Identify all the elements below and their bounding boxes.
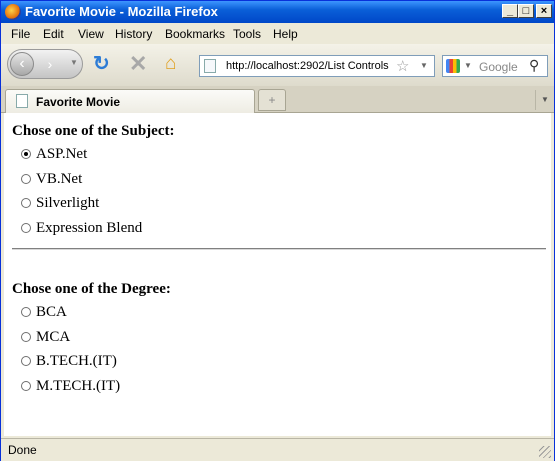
back-forward-group: ‹ › ▼ xyxy=(7,49,83,79)
radio-button[interactable] xyxy=(21,356,31,366)
option-label: Silverlight xyxy=(36,195,100,211)
radio-button[interactable] xyxy=(21,174,31,184)
status-text: Done xyxy=(8,443,37,457)
radio-button[interactable] xyxy=(21,332,31,342)
menu-help[interactable]: Help xyxy=(273,27,298,41)
search-box[interactable]: ▼ Google ⚲ xyxy=(442,55,548,77)
page-icon xyxy=(16,94,28,108)
radio-button[interactable] xyxy=(21,223,31,233)
option-label: VB.Net xyxy=(36,171,83,187)
radio-button[interactable] xyxy=(21,149,31,159)
tab-favorite-movie[interactable]: Favorite Movie xyxy=(5,89,255,113)
url-text[interactable]: http://localhost:2902/List Controls xyxy=(226,60,394,72)
forward-button[interactable]: › xyxy=(40,54,60,74)
navigation-toolbar: ‹ › ▼ ↻ ✕ ⌂ http://localhost:2902/List C… xyxy=(1,44,554,87)
option-label: M.TECH.(IT) xyxy=(36,378,121,394)
menu-bookmarks[interactable]: Bookmarks xyxy=(165,27,225,41)
google-icon[interactable] xyxy=(446,59,460,73)
menu-bar: File Edit View History Bookmarks Tools H… xyxy=(1,23,554,44)
menu-edit[interactable]: Edit xyxy=(43,27,64,41)
page-content: Chose one of the Subject: ASP.Net VB.Net… xyxy=(4,113,551,436)
back-button[interactable]: ‹ xyxy=(10,52,34,76)
reload-button[interactable]: ↻ xyxy=(93,54,115,76)
search-engine-dropdown-icon[interactable]: ▼ xyxy=(464,61,472,70)
minimize-button[interactable]: _ xyxy=(502,4,518,18)
resize-grip-icon[interactable] xyxy=(539,446,551,458)
status-bar: Done xyxy=(1,438,554,461)
menu-file[interactable]: File xyxy=(11,27,30,41)
firefox-logo-icon xyxy=(5,4,21,20)
address-bar[interactable]: http://localhost:2902/List Controls ☆ ▼ xyxy=(199,55,435,77)
stop-button[interactable]: ✕ xyxy=(129,53,151,76)
option-label: BCA xyxy=(36,304,67,320)
browser-window: Favorite Movie - Mozilla Firefox _ □ × F… xyxy=(0,0,555,461)
search-input[interactable]: Google xyxy=(479,60,518,74)
option-label: ASP.Net xyxy=(36,146,88,162)
maximize-button[interactable]: □ xyxy=(518,4,534,18)
page-icon xyxy=(204,59,216,73)
radio-button[interactable] xyxy=(21,381,31,391)
subject-question: Chose one of the Subject: xyxy=(12,123,175,139)
menu-view[interactable]: View xyxy=(78,27,104,41)
radio-button[interactable] xyxy=(21,307,31,317)
bookmark-star-icon[interactable]: ☆ xyxy=(396,57,409,75)
degree-question: Chose one of the Degree: xyxy=(12,281,171,297)
menu-history[interactable]: History xyxy=(115,27,152,41)
tab-label: Favorite Movie xyxy=(36,95,121,109)
radio-button[interactable] xyxy=(21,198,31,208)
option-label: Expression Blend xyxy=(36,220,143,236)
option-label: B.TECH.(IT) xyxy=(36,353,117,369)
search-icon[interactable]: ⚲ xyxy=(529,57,539,74)
title-bar[interactable]: Favorite Movie - Mozilla Firefox _ □ × xyxy=(1,1,554,23)
url-dropdown-icon[interactable]: ▼ xyxy=(420,61,428,70)
option-label: MCA xyxy=(36,329,71,345)
tab-bar: Favorite Movie + ▼ xyxy=(1,86,554,113)
close-button[interactable]: × xyxy=(536,4,552,18)
history-dropdown-icon[interactable]: ▼ xyxy=(70,58,78,67)
tab-list-dropdown-icon[interactable]: ▼ xyxy=(535,90,554,110)
home-button[interactable]: ⌂ xyxy=(165,54,187,76)
window-title: Favorite Movie - Mozilla Firefox xyxy=(25,4,218,19)
horizontal-divider xyxy=(12,248,546,250)
menu-tools[interactable]: Tools xyxy=(233,27,261,41)
new-tab-button[interactable]: + xyxy=(258,89,286,111)
